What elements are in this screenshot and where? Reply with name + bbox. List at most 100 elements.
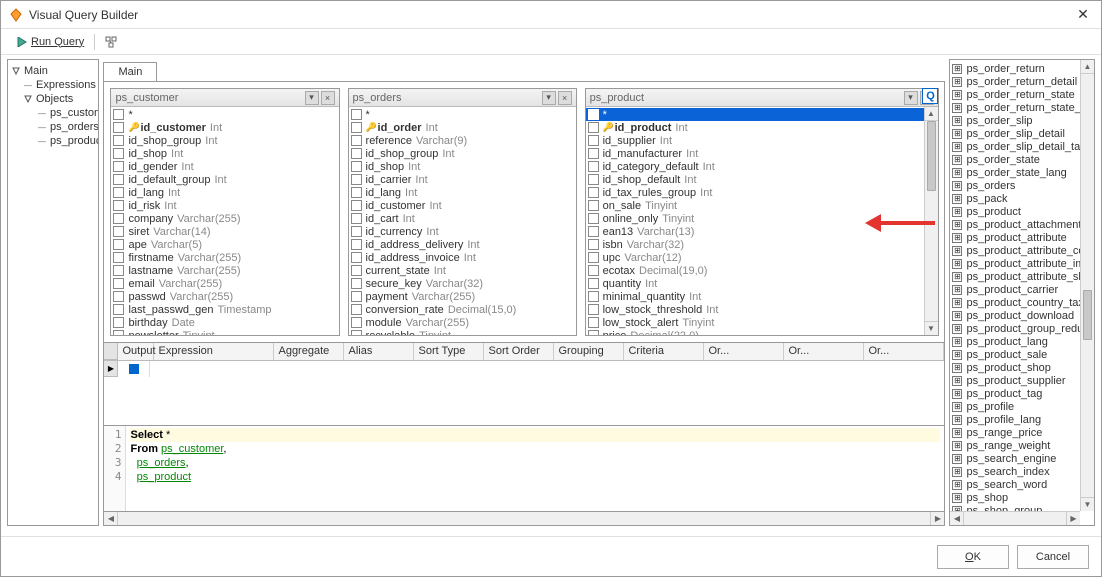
grid-header-cell[interactable]: Aggregate bbox=[274, 343, 344, 360]
column-row[interactable]: 🔑id_orderInt bbox=[349, 121, 576, 134]
column-checkbox[interactable] bbox=[351, 278, 362, 289]
close-button[interactable]: ✕ bbox=[1073, 6, 1093, 23]
column-row[interactable]: conversion_rateDecimal(15,0) bbox=[349, 303, 576, 316]
right-vscrollbar[interactable]: ▲ ▼ bbox=[1080, 60, 1094, 511]
db-table-item[interactable]: ⊞ps_product_lang bbox=[952, 335, 1094, 348]
column-row[interactable]: referenceVarchar(9) bbox=[349, 134, 576, 147]
column-row[interactable]: id_shopInt bbox=[111, 147, 338, 160]
table-box-ps_customer[interactable]: ps_customer▾×*🔑id_customerIntid_shop_gro… bbox=[110, 88, 339, 336]
grid-header-cell[interactable]: Or... bbox=[784, 343, 864, 360]
column-checkbox[interactable] bbox=[351, 252, 362, 263]
column-checkbox[interactable] bbox=[113, 161, 124, 172]
db-table-item[interactable]: ⊞ps_product_country_tax bbox=[952, 296, 1094, 309]
column-row[interactable]: id_carrierInt bbox=[349, 173, 576, 186]
column-row[interactable]: id_address_deliveryInt bbox=[349, 238, 576, 251]
column-checkbox[interactable] bbox=[588, 252, 599, 263]
tree-objects[interactable]: Objects bbox=[10, 92, 96, 106]
table-vscrollbar[interactable]: ▲▼ bbox=[924, 107, 938, 335]
tab-main[interactable]: Main bbox=[103, 62, 157, 81]
column-row[interactable]: birthdayDate bbox=[111, 316, 338, 329]
column-row[interactable]: 🔑id_customerInt bbox=[111, 121, 338, 134]
column-checkbox[interactable] bbox=[113, 135, 124, 146]
tree-main[interactable]: Main bbox=[10, 64, 96, 78]
column-row[interactable]: minimal_quantityInt bbox=[586, 290, 938, 303]
db-table-item[interactable]: ⊞ps_order_return_detail bbox=[952, 75, 1094, 88]
db-table-item[interactable]: ⊞ps_product_sale bbox=[952, 348, 1094, 361]
column-checkbox[interactable] bbox=[588, 239, 599, 250]
db-table-item[interactable]: ⊞ps_range_price bbox=[952, 426, 1094, 439]
db-table-item[interactable]: ⊞ps_order_return bbox=[952, 62, 1094, 75]
column-checkbox[interactable] bbox=[351, 109, 362, 120]
db-table-item[interactable]: ⊞ps_profile bbox=[952, 400, 1094, 413]
db-table-item[interactable]: ⊞ps_profile_lang bbox=[952, 413, 1094, 426]
column-checkbox[interactable] bbox=[588, 226, 599, 237]
column-checkbox[interactable] bbox=[113, 252, 124, 263]
column-checkbox[interactable] bbox=[113, 278, 124, 289]
column-row[interactable]: * bbox=[349, 108, 576, 121]
db-table-item[interactable]: ⊞ps_product_group_reduction bbox=[952, 322, 1094, 335]
column-checkbox[interactable] bbox=[351, 161, 362, 172]
column-row[interactable]: id_cartInt bbox=[349, 212, 576, 225]
column-checkbox[interactable] bbox=[588, 200, 599, 211]
column-row[interactable]: id_shop_groupInt bbox=[349, 147, 576, 160]
column-checkbox[interactable] bbox=[588, 161, 599, 172]
column-row[interactable]: id_riskInt bbox=[111, 199, 338, 212]
column-row[interactable]: id_langInt bbox=[349, 186, 576, 199]
column-row[interactable]: companyVarchar(255) bbox=[111, 212, 338, 225]
column-checkbox[interactable] bbox=[588, 278, 599, 289]
column-row[interactable]: low_stock_thresholdInt bbox=[586, 303, 938, 316]
column-checkbox[interactable] bbox=[588, 291, 599, 302]
grid-header-cell[interactable]: Criteria bbox=[624, 343, 704, 360]
column-checkbox[interactable] bbox=[351, 226, 362, 237]
db-table-item[interactable]: ⊞ps_order_slip_detail_tax bbox=[952, 140, 1094, 153]
column-row[interactable]: on_saleTinyint bbox=[586, 199, 938, 212]
db-table-item[interactable]: ⊞ps_order_slip bbox=[952, 114, 1094, 127]
column-checkbox[interactable] bbox=[588, 135, 599, 146]
db-table-item[interactable]: ⊞ps_pack bbox=[952, 192, 1094, 205]
scroll-up-icon[interactable]: ▲ bbox=[1081, 60, 1094, 74]
column-checkbox[interactable] bbox=[351, 174, 362, 185]
column-row[interactable]: paymentVarchar(255) bbox=[349, 290, 576, 303]
db-table-item[interactable]: ⊞ps_range_weight bbox=[952, 439, 1094, 452]
column-row[interactable]: id_currencyInt bbox=[349, 225, 576, 238]
table-menu-button[interactable]: ▾ bbox=[904, 91, 918, 105]
column-row[interactable]: current_stateInt bbox=[349, 264, 576, 277]
table-box-ps_product[interactable]: ps_product▾×*🔑id_productIntid_supplierIn… bbox=[585, 88, 939, 336]
column-row[interactable]: id_category_defaultInt bbox=[586, 160, 938, 173]
column-checkbox[interactable] bbox=[588, 213, 599, 224]
column-checkbox[interactable] bbox=[351, 291, 362, 302]
column-row[interactable]: id_default_groupInt bbox=[111, 173, 338, 186]
table-menu-button[interactable]: ▾ bbox=[542, 91, 556, 105]
db-table-item[interactable]: ⊞ps_product_attribute_combin bbox=[952, 244, 1094, 257]
center-hscrollbar[interactable]: ◀ ▶ bbox=[103, 512, 945, 526]
cancel-button[interactable]: Cancel bbox=[1017, 545, 1089, 569]
column-checkbox[interactable] bbox=[588, 304, 599, 315]
column-row[interactable]: lastnameVarchar(255) bbox=[111, 264, 338, 277]
row-marker[interactable]: ▶ bbox=[104, 361, 118, 377]
column-row[interactable]: recyclableTinyint bbox=[349, 329, 576, 335]
db-table-item[interactable]: ⊞ps_product_tag bbox=[952, 387, 1094, 400]
db-table-item[interactable]: ⊞ps_order_slip_detail bbox=[952, 127, 1094, 140]
table-close-button[interactable]: × bbox=[558, 91, 572, 105]
scroll-up-icon[interactable]: ▲ bbox=[925, 107, 938, 121]
grid-header-cell[interactable]: Grouping bbox=[554, 343, 624, 360]
grid-body[interactable]: ▶ bbox=[104, 361, 944, 421]
column-checkbox[interactable] bbox=[113, 304, 124, 315]
db-table-item[interactable]: ⊞ps_search_index bbox=[952, 465, 1094, 478]
column-checkbox[interactable] bbox=[351, 317, 362, 328]
scroll-left-icon[interactable]: ◀ bbox=[104, 512, 118, 525]
db-table-item[interactable]: ⊞ps_product_download bbox=[952, 309, 1094, 322]
db-table-item[interactable]: ⊞ps_product_attribute_shop bbox=[952, 270, 1094, 283]
column-checkbox[interactable] bbox=[351, 265, 362, 276]
column-row[interactable]: last_passwd_genTimestamp bbox=[111, 303, 338, 316]
column-row[interactable]: id_tax_rules_groupInt bbox=[586, 186, 938, 199]
column-row[interactable]: id_shopInt bbox=[349, 160, 576, 173]
column-row[interactable]: id_manufacturerInt bbox=[586, 147, 938, 160]
column-checkbox[interactable] bbox=[113, 109, 124, 120]
column-row[interactable]: ecotaxDecimal(19,0) bbox=[586, 264, 938, 277]
tree-object-item[interactable]: —ps_orders bbox=[10, 120, 96, 134]
ok-button[interactable]: OK bbox=[937, 545, 1009, 569]
table-box-ps_orders[interactable]: ps_orders▾×*🔑id_orderIntreferenceVarchar… bbox=[348, 88, 577, 336]
column-checkbox[interactable] bbox=[351, 330, 362, 335]
scroll-thumb[interactable] bbox=[927, 121, 936, 191]
